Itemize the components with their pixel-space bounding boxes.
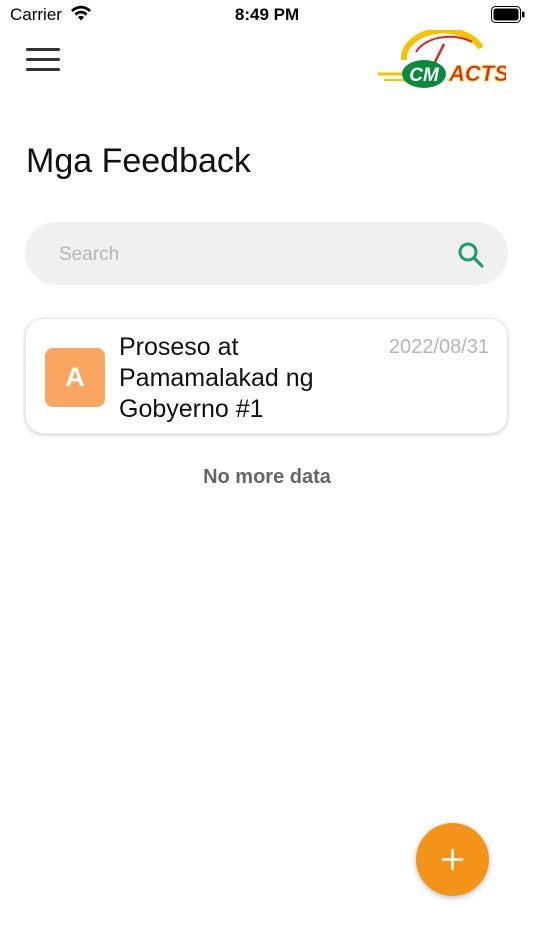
feedback-list-item[interactable]: A Proseso at Pamamalakad ng Gobyerno #1 … xyxy=(25,318,508,434)
plus-icon xyxy=(441,848,464,871)
status-bar: Carrier 8:49 PM xyxy=(0,0,534,30)
search-bar[interactable] xyxy=(25,222,508,285)
add-feedback-button[interactable] xyxy=(416,823,489,896)
logo-badge-text: CM xyxy=(409,65,440,86)
avatar: A xyxy=(45,348,105,407)
page-title: Mga Feedback xyxy=(26,142,251,180)
feedback-date: 2022/08/31 xyxy=(388,336,489,358)
logo-text: ACTS xyxy=(448,61,506,86)
app-screen: Carrier 8:49 PM CM ACTS Mga Feedback Sea… xyxy=(0,0,534,950)
hamburger-menu-icon[interactable] xyxy=(26,45,62,75)
cmacts-logo: CM ACTS xyxy=(378,30,506,88)
search-input[interactable] xyxy=(57,236,441,274)
list-end-message: No more data xyxy=(203,466,331,488)
battery-full-icon xyxy=(491,6,525,23)
feedback-title: Proseso at Pamamalakad ng Gobyerno #1 xyxy=(119,333,314,423)
status-time: 8:49 PM xyxy=(234,5,300,24)
search-icon[interactable] xyxy=(457,241,485,269)
